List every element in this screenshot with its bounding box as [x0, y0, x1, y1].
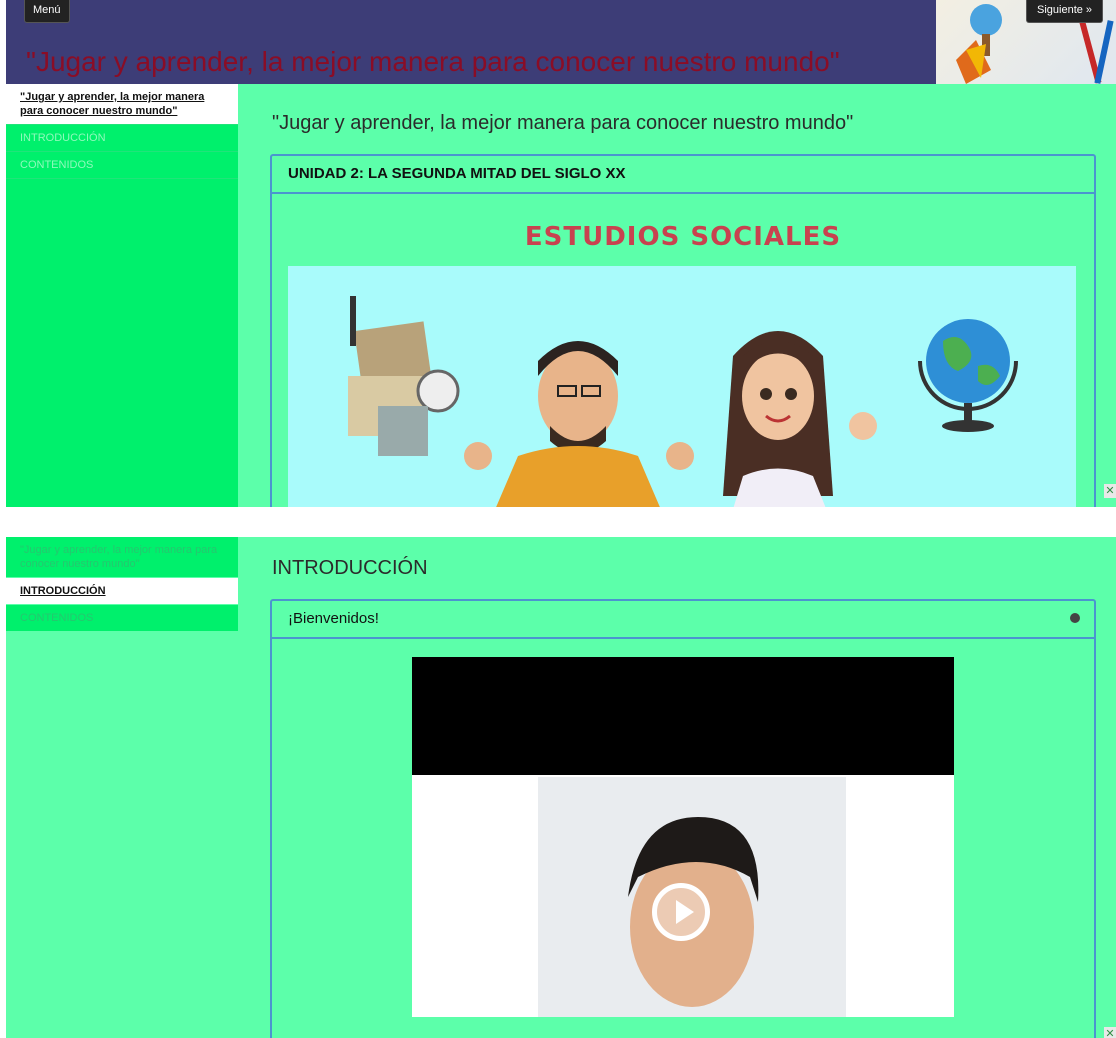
teachers-banner-image [288, 266, 1076, 507]
box-title: UNIDAD 2: LA SEGUNDA MITAD DEL SIGLO XX [272, 156, 1094, 194]
sidebar-item-contenidos[interactable]: CONTENIDOS [6, 605, 238, 632]
page-title: INTRODUCCIÓN [272, 557, 428, 579]
subject-title: ESTUDIOS SOCIALES [524, 222, 842, 252]
sidebar-nav: "Jugar y aprender, la mejor manera para … [6, 84, 238, 507]
screenshot-intro-page: "Jugar y aprender, la mejor manera para … [6, 537, 1116, 1038]
welcome-box: ¡Bienvenidos! [270, 599, 1096, 1038]
main-content: "Jugar y aprender, la mejor manera para … [238, 84, 1116, 507]
screenshot-unit-page: Menú "Jugar y aprender, la mejor manera … [6, 0, 1116, 507]
video-player[interactable] [412, 657, 954, 1017]
site-title: "Jugar y aprender, la mejor manera para … [26, 46, 840, 77]
close-icon[interactable]: ✕ [1104, 1027, 1116, 1038]
cartoon-teachers-illustration [348, 296, 1018, 507]
sidebar-item-introduccion[interactable]: INTRODUCCIÓN [6, 125, 238, 152]
box-title: ¡Bienvenidos! [288, 610, 379, 627]
menu-button[interactable]: Menú [24, 0, 70, 23]
sidebar-item-introduccion[interactable]: INTRODUCCIÓN [6, 578, 238, 605]
main-content: INTRODUCCIÓN ¡Bienvenidos! [238, 537, 1116, 1038]
sidebar-item-home[interactable]: "Jugar y aprender, la mejor manera para … [6, 537, 238, 578]
video-black-area [412, 657, 954, 775]
page-title: "Jugar y aprender, la mejor manera para … [272, 112, 854, 134]
sidebar-item-home[interactable]: "Jugar y aprender, la mejor manera para … [6, 84, 238, 125]
play-icon[interactable] [652, 883, 710, 941]
sidebar-nav: "Jugar y aprender, la mejor manera para … [6, 537, 238, 1038]
header-bar: Menú "Jugar y aprender, la mejor manera … [6, 0, 1116, 84]
close-icon[interactable]: ✕ [1104, 484, 1116, 498]
sidebar-items: "Jugar y aprender, la mejor manera para … [6, 537, 238, 632]
sidebar-item-contenidos[interactable]: CONTENIDOS [6, 152, 238, 179]
next-button[interactable]: Siguiente » [1026, 0, 1104, 23]
collapse-dot-icon[interactable] [1070, 613, 1080, 623]
unit-box: UNIDAD 2: LA SEGUNDA MITAD DEL SIGLO XX … [270, 154, 1096, 507]
box-title-row: ¡Bienvenidos! [272, 601, 1094, 639]
